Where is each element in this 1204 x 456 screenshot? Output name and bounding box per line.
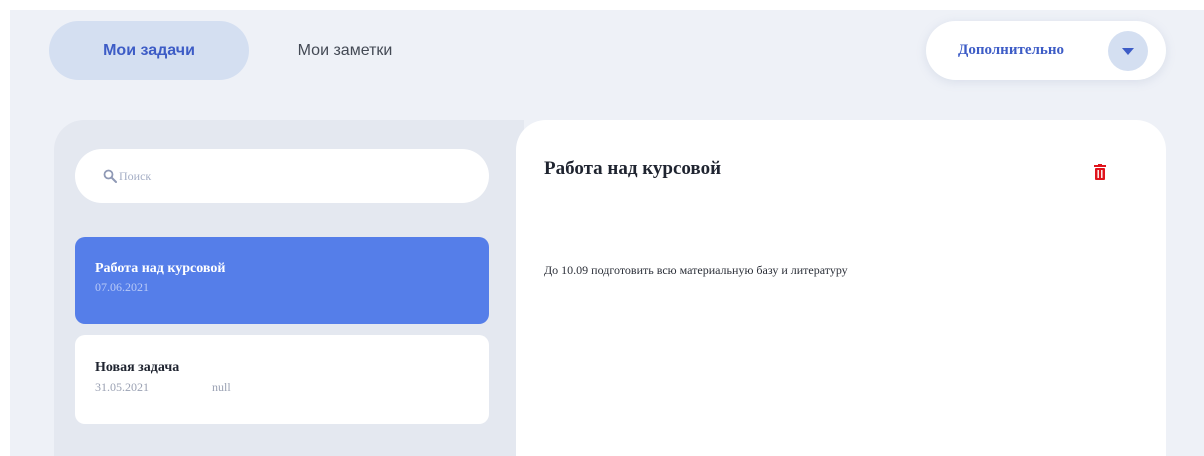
- more-dropdown-label: Дополнительно: [958, 42, 1064, 58]
- task-list-panel: Работа над курсовой 07.06.2021 Новая зад…: [54, 120, 524, 456]
- task-title: Работа над курсовой: [95, 261, 226, 276]
- task-detail-body: До 10.09 подготовить всю материальную ба…: [544, 263, 848, 277]
- task-detail-title: Работа над курсовой: [544, 158, 722, 179]
- tab-my-notes[interactable]: Мои заметки: [260, 21, 430, 80]
- chevron-down-icon: [1122, 47, 1134, 55]
- task-date: 31.05.2021: [95, 380, 149, 394]
- task-item-selected[interactable]: Работа над курсовой 07.06.2021: [75, 237, 489, 324]
- more-dropdown[interactable]: Дополнительно: [926, 21, 1166, 80]
- tab-my-notes-label: Мои заметки: [297, 41, 393, 59]
- search-input[interactable]: [119, 149, 459, 203]
- search-box[interactable]: [75, 149, 489, 203]
- more-dropdown-toggle[interactable]: [1108, 31, 1148, 71]
- tab-my-tasks[interactable]: Мои задачи: [49, 21, 249, 80]
- task-extra: null: [212, 380, 231, 394]
- app-window: Мои задачи Мои заметки Дополнительно Раб…: [10, 10, 1204, 456]
- task-date: 07.06.2021: [95, 280, 149, 294]
- task-detail-panel: Работа над курсовой До 10.09 подготовить…: [516, 120, 1166, 456]
- task-title: Новая задача: [95, 360, 180, 375]
- tab-my-tasks-label: Мои задачи: [103, 41, 195, 59]
- trash-icon[interactable]: [1094, 164, 1106, 180]
- task-item[interactable]: Новая задача 31.05.2021 null: [75, 335, 489, 424]
- search-icon: [103, 169, 117, 183]
